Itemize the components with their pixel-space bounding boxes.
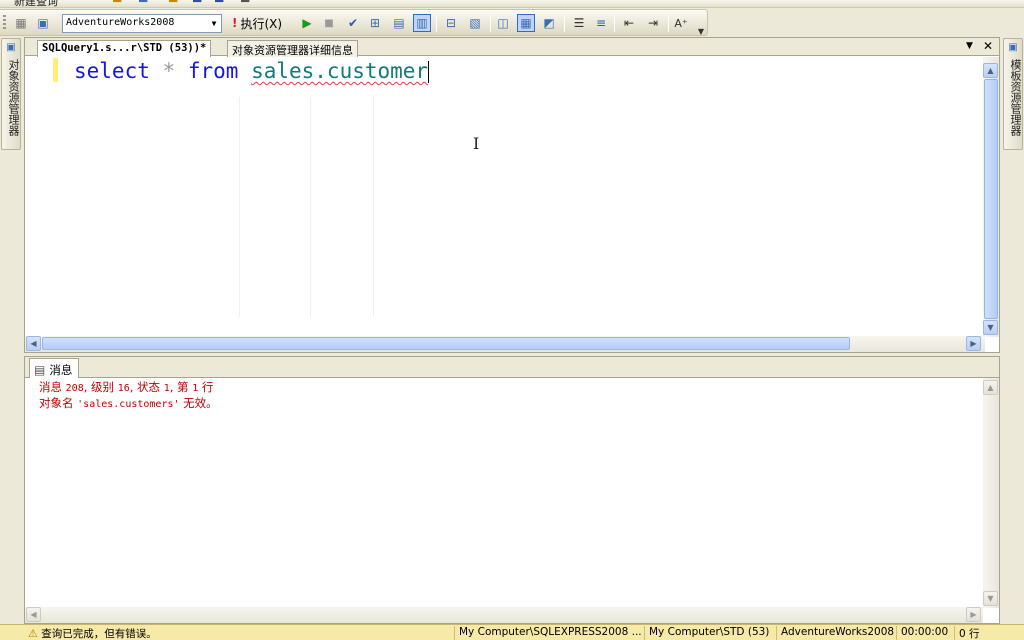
status-database: AdventureWorks2008 xyxy=(776,626,896,640)
messages-horizontal-scrollbar[interactable]: ◀ ▶ xyxy=(25,607,983,623)
results-panel: ▤ 消息 消息 208, 级别 16, 状态 1, 第 1 行 对象名 'sal… xyxy=(24,356,1000,624)
template-explorer-rail[interactable]: ▣ 模板资源管理器 xyxy=(1003,38,1023,150)
save-all-icon[interactable]: ▬ xyxy=(214,0,224,6)
toolbar-separator xyxy=(668,15,669,32)
include-plan-icon[interactable]: ◫ xyxy=(494,14,512,32)
messages-area[interactable]: 消息 208, 级别 16, 状态 1, 第 1 行 对象名 'sales.cu… xyxy=(25,378,983,608)
sql-editor-toolbar: ▦ ▣ AdventureWorks2008 ▼ ! 执行(X) ▶ ■ ✔ ⊞… xyxy=(0,9,708,36)
change-connection-icon[interactable]: ▣ xyxy=(34,14,52,32)
status-row-count: 0 行 xyxy=(954,626,1024,640)
editor-guide xyxy=(373,97,374,317)
select-star: * xyxy=(162,59,176,83)
results-to-file-icon[interactable]: ☰ xyxy=(570,14,588,32)
keyword-select: select xyxy=(74,59,150,83)
results-to-grid-icon[interactable]: ▥ xyxy=(413,14,431,32)
toolbar-separator xyxy=(436,15,437,32)
editor-vertical-thumb[interactable] xyxy=(984,79,998,319)
error-message-line-1: 消息 208, 级别 16, 状态 1, 第 1 行 xyxy=(39,380,214,394)
client-statistics-icon[interactable]: ▦ xyxy=(517,14,535,32)
decrease-indent-icon[interactable]: ⇤ xyxy=(620,14,638,32)
save-icon[interactable]: ▬ xyxy=(192,0,202,6)
query-status-bar: ⚠ 查询已完成，但有错误。 My Computer\SQLEXPRESS2008… xyxy=(0,624,1024,640)
messages-vertical-scrollbar[interactable]: ▲ ▼ xyxy=(983,378,999,608)
scroll-right-icon[interactable]: ▶ xyxy=(966,336,981,351)
tab-messages[interactable]: ▤ 消息 xyxy=(29,358,80,379)
activity-monitor-icon[interactable]: ▬ xyxy=(240,0,250,6)
sql-editor[interactable]: select * from sales.customer I xyxy=(25,57,985,337)
chevron-down-icon[interactable]: ▼ xyxy=(207,15,221,32)
editor-vertical-scrollbar[interactable]: ▲ ▼ xyxy=(983,57,999,337)
document-tab-bar: SQLQuery1.s...r\STD (53))* 对象资源管理器详细信息 ▼… xyxy=(25,38,999,57)
scroll-down-icon[interactable]: ▼ xyxy=(983,320,998,335)
status-message: ⚠ 查询已完成，但有错误。 xyxy=(24,626,454,640)
ibeam-cursor-icon: I xyxy=(473,134,480,153)
query-document-panel: SQLQuery1.s...r\STD (53))* 对象资源管理器详细信息 ▼… xyxy=(24,37,1000,353)
execute-icon: ! xyxy=(232,16,238,30)
status-elapsed-time: 00:00:00 xyxy=(896,626,954,640)
template-explorer-icon: ▣ xyxy=(1008,42,1018,53)
editor-guide xyxy=(310,97,311,317)
tab-dropdown-icon[interactable]: ▼ xyxy=(966,41,973,51)
object-explorer-rail[interactable]: ▣ 对象资源管理器 xyxy=(1,38,21,150)
text-caret xyxy=(428,61,430,83)
scroll-left-icon[interactable]: ◀ xyxy=(26,336,41,351)
analyze-query-icon[interactable]: ▧ xyxy=(466,14,484,32)
comment-lines-icon[interactable]: ≡ xyxy=(592,14,610,32)
sql-code-line: select * from sales.customer xyxy=(74,57,430,85)
status-user: My Computer\STD (53) xyxy=(644,626,776,640)
toolbar-separator xyxy=(490,15,491,32)
warning-icon: ⚠ xyxy=(28,627,38,640)
new-file-icon[interactable]: ▬ xyxy=(138,0,148,6)
open-icon[interactable]: ▬ xyxy=(168,0,178,6)
specify-values-icon[interactable]: A⁺ xyxy=(672,14,690,32)
editor-guide xyxy=(239,97,240,317)
editor-horizontal-thumb[interactable] xyxy=(42,337,850,350)
object-name: sales.customer xyxy=(251,59,429,83)
parse-check-icon[interactable]: ✔ xyxy=(344,14,362,32)
toolbar-grip[interactable] xyxy=(3,15,6,31)
template-explorer-label: 模板资源管理器 xyxy=(1009,59,1022,136)
estimated-plan-icon[interactable]: ⊟ xyxy=(442,14,460,32)
object-explorer-icon: ▣ xyxy=(6,42,16,53)
status-message-text: 查询已完成，但有错误。 xyxy=(41,628,157,640)
status-server: My Computer\SQLEXPRESS2008 ... xyxy=(454,626,644,640)
results-tab-bar: ▤ 消息 xyxy=(25,357,999,379)
tab-object-explorer-details[interactable]: 对象资源管理器详细信息 xyxy=(227,40,358,57)
keyword-from: from xyxy=(187,59,239,83)
error-message-line-2: 对象名 'sales.customers' 无效。 xyxy=(39,396,218,410)
toolbar-separator xyxy=(564,15,565,32)
database-select-value: AdventureWorks2008 xyxy=(66,17,175,28)
connect-icon[interactable]: ▦ xyxy=(12,14,30,32)
scroll-up-icon[interactable]: ▲ xyxy=(983,63,998,78)
scroll-up-icon[interactable]: ▲ xyxy=(983,380,998,395)
increase-indent-icon[interactable]: ⇥ xyxy=(644,14,662,32)
execute-button[interactable]: ! 执行(X) xyxy=(232,14,282,32)
close-icon[interactable]: ✕ xyxy=(983,39,993,53)
execute-label: 执行(X) xyxy=(240,16,283,31)
object-explorer-label: 对象资源管理器 xyxy=(7,59,20,136)
editor-horizontal-scrollbar[interactable]: ◀ ▶ xyxy=(25,336,985,352)
top-toolbar-strip: 新建查询 ▬ ▬ ▬ ▬ ▬ ▬ xyxy=(0,0,1024,8)
scroll-right-icon[interactable]: ▶ xyxy=(966,607,981,622)
changed-line-marker xyxy=(53,58,58,82)
new-query-button[interactable]: 新建查询 xyxy=(14,0,58,7)
debug-play-icon[interactable]: ▶ xyxy=(298,14,316,32)
scroll-down-icon[interactable]: ▼ xyxy=(983,591,998,606)
toolbar-separator xyxy=(614,15,615,32)
results-to-text-icon[interactable]: ◩ xyxy=(540,14,558,32)
database-select[interactable]: AdventureWorks2008 ▼ xyxy=(62,14,222,33)
scroll-left-icon[interactable]: ◀ xyxy=(26,607,41,622)
tab-messages-label: 消息 xyxy=(49,363,73,377)
cancel-query-icon[interactable]: ■ xyxy=(320,14,338,32)
open-file-icon[interactable]: ▬ xyxy=(112,0,122,6)
query-options-icon[interactable]: ▤ xyxy=(390,14,408,32)
design-query-icon[interactable]: ⊞ xyxy=(366,14,384,32)
tab-sqlquery1[interactable]: SQLQuery1.s...r\STD (53))* xyxy=(37,40,212,57)
messages-icon: ▤ xyxy=(34,363,46,377)
